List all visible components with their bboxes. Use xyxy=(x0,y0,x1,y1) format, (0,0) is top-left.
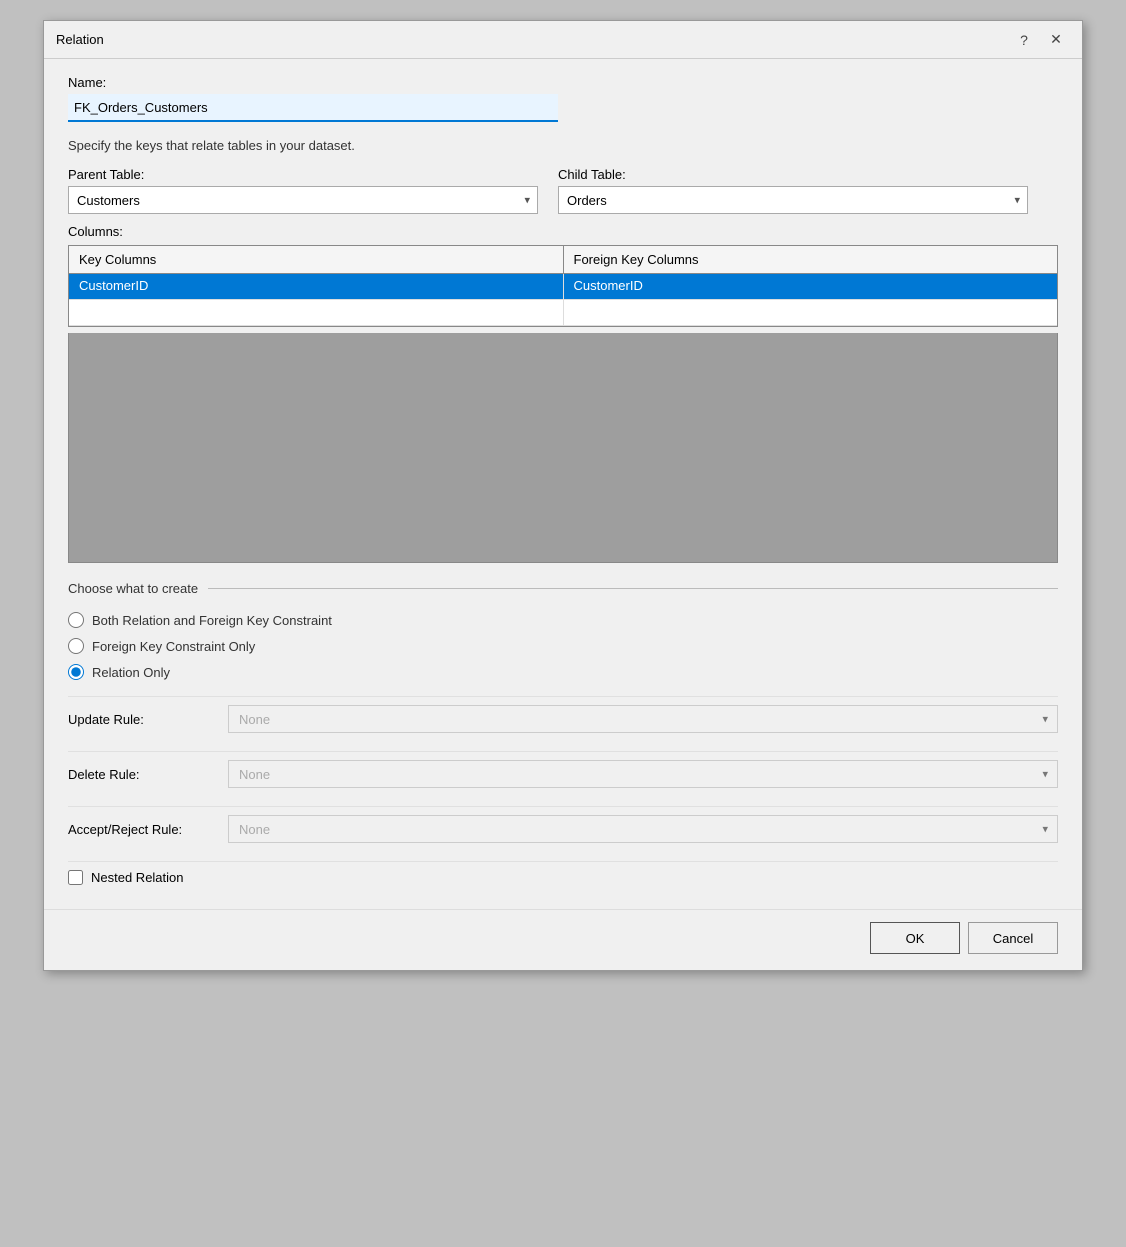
columns-section: Columns: Key Columns Foreign Key Columns… xyxy=(68,224,1058,563)
choose-create-label: Choose what to create xyxy=(68,581,198,596)
radio-fk-only-label: Foreign Key Constraint Only xyxy=(92,639,255,654)
parent-table-label: Parent Table: xyxy=(68,167,538,182)
columns-header: Key Columns Foreign Key Columns xyxy=(69,246,1057,274)
nested-relation-row: Nested Relation xyxy=(68,861,1058,893)
update-rule-select[interactable]: None xyxy=(228,705,1058,733)
divider-line xyxy=(208,588,1058,589)
fk-cell-0: CustomerID xyxy=(564,274,1058,299)
tables-row: Parent Table: Customers ▾ Child Table: O… xyxy=(68,167,1058,214)
delete-rule-label: Delete Rule: xyxy=(68,767,228,782)
delete-rule-select[interactable]: None xyxy=(228,760,1058,788)
relation-dialog: Relation ? ✕ Name: Specify the keys that… xyxy=(43,20,1083,971)
close-button[interactable]: ✕ xyxy=(1042,26,1070,54)
ok-button[interactable]: OK xyxy=(870,922,960,954)
accept-reject-rule-select[interactable]: None xyxy=(228,815,1058,843)
update-rule-row: Update Rule: None ▾ xyxy=(68,696,1058,741)
columns-label: Columns: xyxy=(68,224,1058,239)
nested-relation-label: Nested Relation xyxy=(91,870,184,885)
name-section: Name: xyxy=(68,75,1058,122)
title-bar: Relation ? ✕ xyxy=(44,21,1082,59)
update-rule-dropdown-wrapper: None ▾ xyxy=(228,705,1058,733)
parent-table-select[interactable]: Customers xyxy=(68,186,538,214)
fk-cell-1 xyxy=(564,300,1058,325)
accept-reject-rule-label: Accept/Reject Rule: xyxy=(68,822,228,837)
radio-both[interactable]: Both Relation and Foreign Key Constraint xyxy=(68,612,1058,628)
columns-table: Key Columns Foreign Key Columns Customer… xyxy=(68,245,1058,327)
radio-relation-only-input[interactable] xyxy=(68,664,84,680)
child-table-field: Child Table: Orders ▾ xyxy=(558,167,1028,214)
name-label: Name: xyxy=(68,75,1058,90)
fk-columns-header: Foreign Key Columns xyxy=(564,246,1058,273)
child-table-select[interactable]: Orders xyxy=(558,186,1028,214)
dialog-body: Name: Specify the keys that relate table… xyxy=(44,59,1082,909)
delete-rule-dropdown-wrapper: None ▾ xyxy=(228,760,1058,788)
radio-relation-only[interactable]: Relation Only xyxy=(68,664,1058,680)
dialog-title: Relation xyxy=(56,32,104,47)
radio-group: Both Relation and Foreign Key Constraint… xyxy=(68,612,1058,680)
hint-text: Specify the keys that relate tables in y… xyxy=(68,138,1058,153)
gray-area xyxy=(68,333,1058,563)
radio-both-label: Both Relation and Foreign Key Constraint xyxy=(92,613,332,628)
footer: OK Cancel xyxy=(44,909,1082,970)
nested-relation-checkbox[interactable] xyxy=(68,870,83,885)
accept-reject-rule-row: Accept/Reject Rule: None ▾ xyxy=(68,806,1058,851)
title-bar-right: ? ✕ xyxy=(1010,26,1070,54)
accept-reject-rule-dropdown-wrapper: None ▾ xyxy=(228,815,1058,843)
key-cell-0: CustomerID xyxy=(69,274,564,299)
key-cell-1 xyxy=(69,300,564,325)
child-table-dropdown-wrapper: Orders ▾ xyxy=(558,186,1028,214)
help-button[interactable]: ? xyxy=(1010,26,1038,54)
table-row[interactable]: CustomerID CustomerID xyxy=(69,274,1057,300)
radio-fk-only-input[interactable] xyxy=(68,638,84,654)
key-columns-header: Key Columns xyxy=(69,246,564,273)
title-bar-left: Relation xyxy=(56,32,104,47)
radio-relation-only-label: Relation Only xyxy=(92,665,170,680)
update-rule-label: Update Rule: xyxy=(68,712,228,727)
table-row[interactable] xyxy=(69,300,1057,326)
name-input[interactable] xyxy=(68,94,558,122)
radio-both-input[interactable] xyxy=(68,612,84,628)
radio-fk-only[interactable]: Foreign Key Constraint Only xyxy=(68,638,1058,654)
divider-section: Choose what to create xyxy=(68,581,1058,596)
columns-rows: CustomerID CustomerID xyxy=(69,274,1057,326)
parent-table-field: Parent Table: Customers ▾ xyxy=(68,167,538,214)
delete-rule-row: Delete Rule: None ▾ xyxy=(68,751,1058,796)
child-table-label: Child Table: xyxy=(558,167,1028,182)
cancel-button[interactable]: Cancel xyxy=(968,922,1058,954)
parent-table-dropdown-wrapper: Customers ▾ xyxy=(68,186,538,214)
